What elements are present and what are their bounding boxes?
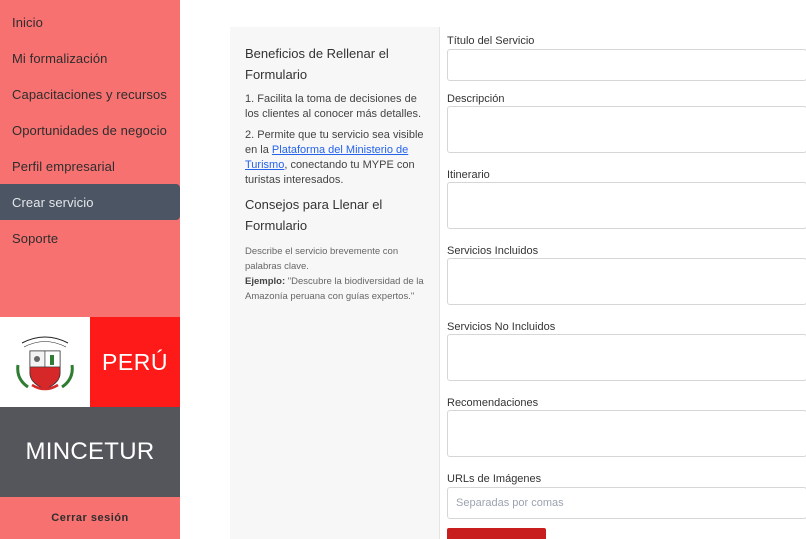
images-placeholder: Separadas por comas (456, 497, 564, 509)
peru-logo: PERÚ (0, 317, 180, 407)
sidebar-item-mi-formalizacion[interactable]: Mi formalización (0, 40, 180, 76)
title-input[interactable] (447, 49, 806, 81)
sidebar: Inicio Mi formalización Capacitaciones y… (0, 0, 180, 539)
itinerary-label: Itinerario (447, 169, 490, 181)
tip-text: Describe el servicio brevemente con pala… (245, 246, 399, 272)
info-panel: Beneficios de Rellenar el Formulario 1. … (230, 27, 440, 539)
title-label: Título del Servicio (447, 35, 535, 47)
sidebar-item-capacitaciones[interactable]: Capacitaciones y recursos (0, 76, 180, 112)
logout-button[interactable]: Cerrar sesión (0, 497, 180, 539)
submit-button[interactable] (447, 528, 546, 539)
not-included-label: Servicios No Incluidos (447, 321, 556, 333)
sidebar-item-inicio[interactable]: Inicio (0, 4, 180, 40)
benefit-2: 2. Permite que tu servicio sea visible e… (245, 128, 425, 188)
sidebar-item-crear-servicio[interactable]: Crear servicio (0, 184, 180, 220)
benefit-1: 1. Facilita la toma de decisiones de los… (245, 93, 422, 120)
peru-emblem-icon (0, 317, 90, 407)
mincetur-logo: MINCETUR (0, 407, 180, 497)
included-textarea[interactable] (447, 258, 806, 305)
images-input[interactable]: Separadas por comas (447, 487, 806, 519)
sidebar-item-soporte[interactable]: Soporte (0, 220, 180, 256)
included-label: Servicios Incluidos (447, 245, 539, 257)
tip-example-label: Ejemplo: (245, 276, 286, 287)
itinerary-textarea[interactable] (447, 182, 806, 229)
not-included-textarea[interactable] (447, 334, 806, 381)
sidebar-item-oportunidades[interactable]: Oportunidades de negocio (0, 112, 180, 148)
sidebar-nav: Inicio Mi formalización Capacitaciones y… (0, 4, 180, 256)
images-label: URLs de Imágenes (447, 473, 542, 485)
tip-example: Ejemplo: "Descubre la biodiversidad de l… (245, 274, 425, 304)
recommendations-label: Recomendaciones (447, 397, 539, 409)
benefits-heading: Beneficios de Rellenar el Formulario (245, 46, 389, 82)
logo-peru-text: PERÚ (90, 317, 180, 407)
sidebar-item-perfil-empresarial[interactable]: Perfil empresarial (0, 148, 180, 184)
tips-heading: Consejos para Llenar el Formulario (245, 197, 383, 233)
description-textarea[interactable] (447, 106, 806, 153)
description-label: Descripción (447, 93, 505, 105)
recommendations-textarea[interactable] (447, 410, 806, 457)
